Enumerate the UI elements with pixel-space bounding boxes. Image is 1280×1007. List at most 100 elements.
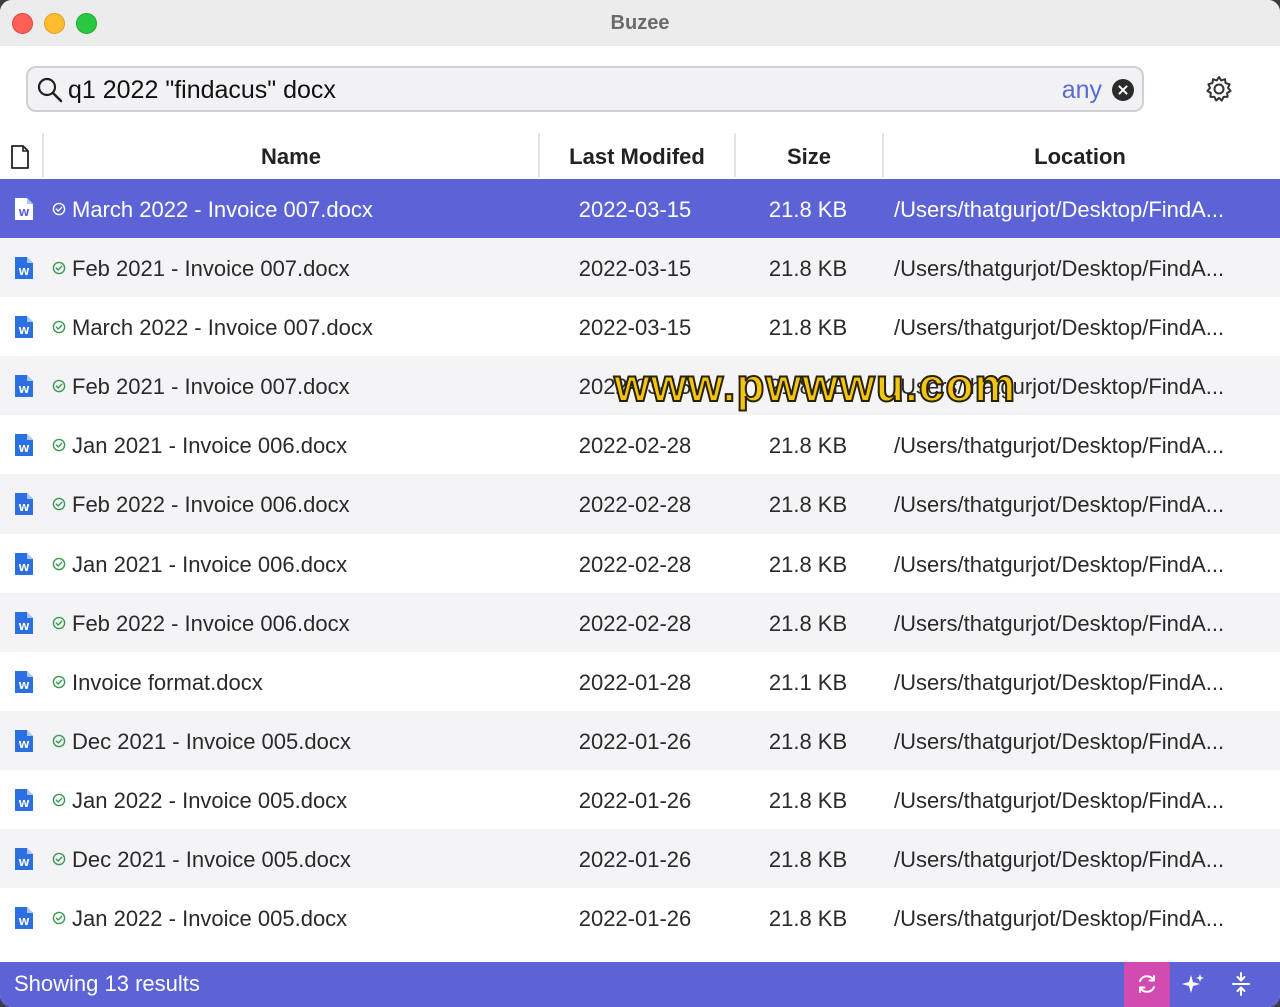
- results-list: W March 2022 - Invoice 007.docx 2022-03-…: [0, 179, 1280, 948]
- column-header-location[interactable]: Location: [884, 131, 1276, 179]
- table-row[interactable]: W Dec 2021 - Invoice 005.docx 2022-01-26…: [0, 829, 1280, 889]
- table-row[interactable]: W Dec 2021 - Invoice 005.docx 2022-01-26…: [0, 710, 1280, 770]
- file-location: /Users/thatgurjot/Desktop/FindA...: [894, 551, 1225, 577]
- file-name: Jan 2022 - Invoice 005.docx: [72, 787, 348, 813]
- sparkle-button[interactable]: [1170, 962, 1216, 1007]
- table-row[interactable]: W Jan 2022 - Invoice 005.docx 2022-01-26…: [0, 769, 1280, 830]
- file-size: 21.8 KB: [768, 728, 848, 754]
- table-row[interactable]: W Jan 2021 - Invoice 006.docx 2022-02-28…: [0, 533, 1280, 593]
- file-location: /Users/thatgurjot/Desktop/FindA...: [894, 492, 1225, 518]
- file-location: /Users/thatgurjot/Desktop/FindA...: [894, 256, 1225, 282]
- table-row[interactable]: W Feb 2022 - Invoice 006.docx 2022-02-28…: [0, 474, 1280, 534]
- file-size: 21.8 KB: [768, 847, 848, 873]
- svg-text:W: W: [18, 858, 29, 869]
- file-size: 21.8 KB: [768, 374, 848, 400]
- file-name: Feb 2022 - Invoice 006.docx: [72, 610, 350, 636]
- svg-text:W: W: [18, 917, 29, 928]
- column-header-size[interactable]: Size: [736, 131, 882, 179]
- file-name: Invoice format.docx: [72, 669, 263, 695]
- file-type-column-icon[interactable]: [10, 145, 30, 169]
- check-circle-icon: [52, 439, 66, 452]
- svg-text:W: W: [18, 622, 29, 633]
- word-document-icon: W: [15, 257, 33, 280]
- word-document-icon: W: [15, 848, 33, 871]
- file-location: /Users/thatgurjot/Desktop/FindA...: [894, 433, 1225, 459]
- file-size: 21.8 KB: [768, 551, 848, 577]
- file-size: 21.8 KB: [768, 256, 848, 282]
- svg-text:W: W: [18, 385, 29, 396]
- file-location: /Users/thatgurjot/Desktop/FindA...: [894, 610, 1225, 636]
- file-size: 21.8 KB: [768, 492, 848, 518]
- search-icon: [37, 77, 63, 103]
- file-location: /Users/thatgurjot/Desktop/FindA...: [894, 197, 1225, 222]
- last-modified: 2022-02-28: [578, 551, 692, 577]
- file-size: 21.8 KB: [768, 610, 848, 636]
- file-size: 21.8 KB: [768, 787, 848, 813]
- svg-text:W: W: [18, 444, 29, 455]
- word-document-icon: W: [15, 788, 33, 811]
- file-name: Feb 2021 - Invoice 007.docx: [72, 374, 350, 400]
- file-size: 21.8 KB: [768, 433, 848, 459]
- file-location: /Users/thatgurjot/Desktop/FindA...: [894, 728, 1225, 754]
- svg-text:W: W: [18, 740, 29, 751]
- collapse-icon: [1232, 972, 1250, 996]
- svg-text:W: W: [18, 326, 29, 337]
- last-modified: 2022-03-15: [578, 374, 692, 400]
- svg-text:W: W: [18, 267, 29, 278]
- last-modified: 2022-02-28: [578, 492, 692, 518]
- match-mode-selector[interactable]: any: [1062, 76, 1102, 105]
- file-location: /Users/thatgurjot/Desktop/FindA...: [894, 787, 1225, 813]
- file-size: 21.8 KB: [768, 197, 848, 222]
- app-window: Buzee any Name Last Modifed Size Locatio…: [0, 0, 1280, 1007]
- title-bar: Buzee: [0, 0, 1280, 46]
- svg-text:W: W: [18, 799, 29, 810]
- sparkle-icon: [1182, 974, 1204, 993]
- check-circle-icon: [52, 379, 66, 393]
- last-modified: 2022-02-28: [578, 610, 692, 636]
- table-row[interactable]: W Feb 2021 - Invoice 007.docx 2022-03-15…: [0, 238, 1280, 298]
- last-modified: 2022-01-26: [578, 787, 692, 813]
- status-bar: Showing 13 results: [0, 962, 1280, 1007]
- table-row[interactable]: W Feb 2021 - Invoice 007.docx 2022-03-15…: [0, 356, 1280, 416]
- last-modified: 2022-03-15: [578, 315, 692, 341]
- last-modified: 2022-02-28: [578, 433, 692, 459]
- word-document-icon: W: [15, 434, 33, 457]
- word-document-icon: W: [15, 611, 33, 634]
- check-circle-icon: [52, 911, 66, 925]
- column-header-name[interactable]: Name: [44, 131, 538, 179]
- check-circle-icon: [52, 852, 66, 866]
- window-title: Buzee: [610, 12, 670, 34]
- file-size: 21.1 KB: [768, 669, 848, 695]
- file-size: 21.8 KB: [768, 315, 848, 341]
- clear-icon[interactable]: [1112, 79, 1134, 101]
- table-row[interactable]: W Jan 2021 - Invoice 006.docx 2022-02-28…: [0, 415, 1280, 475]
- table-row[interactable]: W Jan 2022 - Invoice 005.docx 2022-01-26…: [0, 888, 1280, 948]
- check-circle-icon: [52, 793, 66, 807]
- search-bar: any: [26, 66, 1144, 112]
- file-location: /Users/thatgurjot/Desktop/FindA...: [894, 315, 1225, 341]
- svg-text:W: W: [18, 208, 29, 219]
- table-header: Name Last Modifed Size Location: [0, 131, 1280, 179]
- gear-icon[interactable]: [1203, 73, 1235, 105]
- word-document-icon: W: [15, 316, 33, 339]
- word-document-icon: W: [15, 198, 33, 220]
- check-circle-icon: [52, 498, 66, 511]
- table-row[interactable]: W March 2022 - Invoice 007.docx 2022-03-…: [0, 179, 1280, 239]
- svg-text:W: W: [18, 503, 29, 514]
- file-name: Jan 2022 - Invoice 005.docx: [72, 906, 348, 932]
- check-circle-icon: [52, 557, 66, 570]
- file-name: Feb 2022 - Invoice 006.docx: [72, 492, 350, 518]
- file-location: /Users/thatgurjot/Desktop/FindA...: [894, 906, 1225, 932]
- column-header-last-modified[interactable]: Last Modifed: [540, 131, 734, 179]
- table-row[interactable]: W Invoice format.docx 2022-01-28 21.1 KB…: [0, 651, 1280, 711]
- check-circle-icon: [52, 675, 66, 689]
- word-document-icon: W: [15, 670, 33, 693]
- file-name: Dec 2021 - Invoice 005.docx: [72, 847, 351, 873]
- last-modified: 2022-01-26: [578, 728, 692, 754]
- collapse-button[interactable]: [1218, 962, 1264, 1007]
- file-location: /Users/thatgurjot/Desktop/FindA...: [894, 669, 1225, 695]
- refresh-button[interactable]: [1124, 962, 1170, 1007]
- search-input[interactable]: [68, 73, 1048, 107]
- table-row[interactable]: W Feb 2022 - Invoice 006.docx 2022-02-28…: [0, 592, 1280, 652]
- table-row[interactable]: W March 2022 - Invoice 007.docx 2022-03-…: [0, 297, 1280, 357]
